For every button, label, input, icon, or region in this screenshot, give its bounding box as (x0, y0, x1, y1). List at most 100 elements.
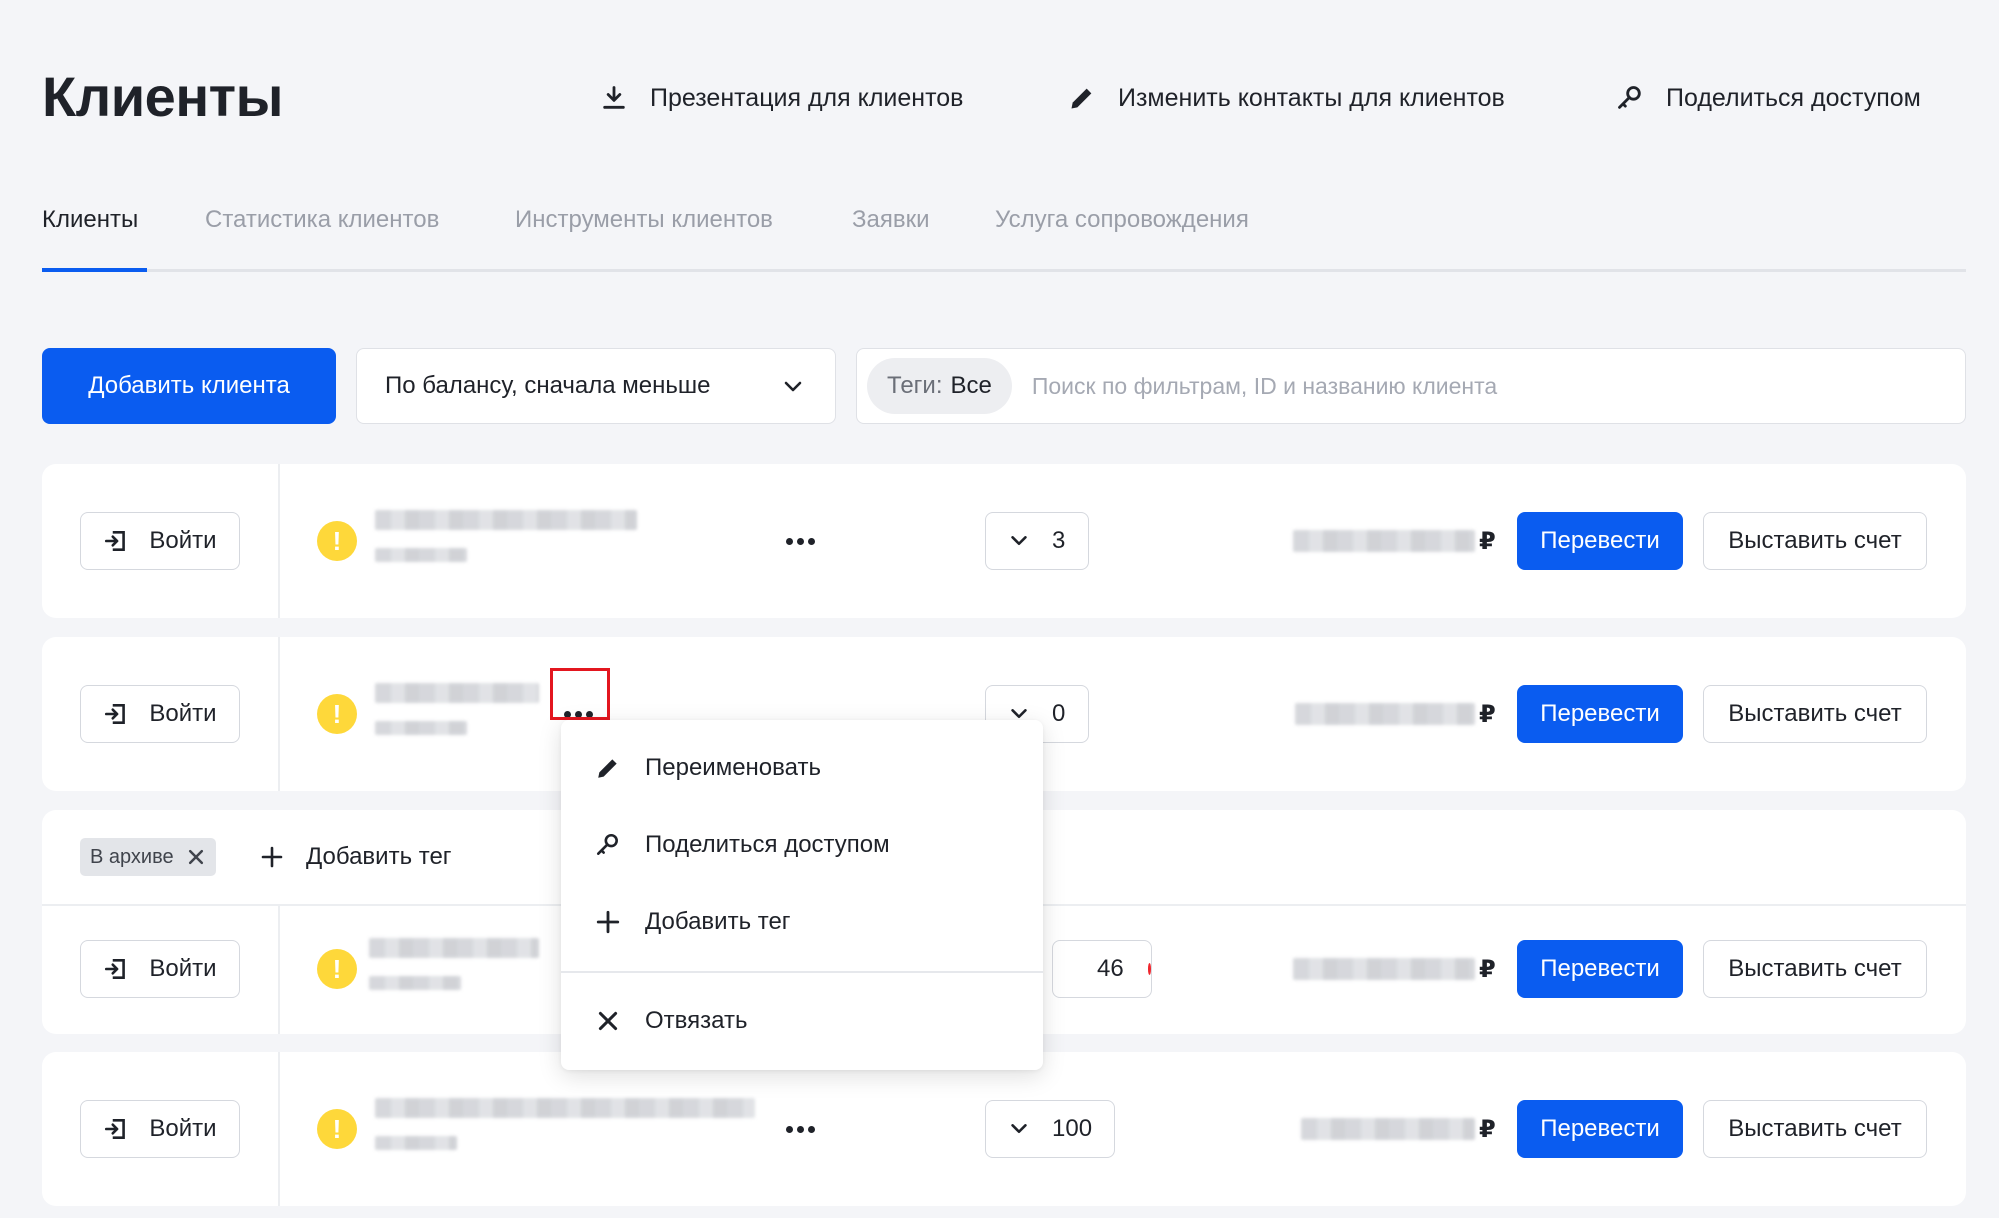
invoice-button[interactable]: Выставить счет (1703, 1100, 1927, 1158)
share-access-link[interactable]: Поделиться доступом (1614, 80, 1921, 116)
menu-item-label: Добавить тег (645, 908, 791, 935)
warning-icon: ! (317, 1109, 357, 1149)
tag-filter-value: Все (950, 372, 992, 399)
client-id-redacted (369, 976, 461, 990)
warning-icon: ! (317, 694, 357, 734)
login-icon (105, 959, 126, 979)
menu-item-add-tag[interactable]: Добавить тег (561, 892, 1043, 952)
client-row: Войти ! 3 ₽ Перевести Выставить счет (42, 464, 1966, 618)
client-card: Войти ! 3 ₽ Перевести Выставить счет (42, 464, 1966, 618)
plus-icon (261, 846, 283, 868)
client-name-redacted (369, 938, 539, 958)
row-divider (278, 464, 280, 618)
sort-select-value: По балансу, сначала меньше (385, 372, 711, 399)
transfer-button[interactable]: Перевести (1517, 685, 1683, 743)
currency-sign: ₽ (1479, 701, 1496, 728)
tag-chip-archived[interactable]: В архиве (80, 838, 216, 876)
counter-stepper[interactable]: 46 (1052, 940, 1152, 998)
chevron-down-icon (1011, 536, 1027, 546)
tag-chip-label: В архиве (90, 845, 174, 868)
client-name-redacted (375, 510, 637, 530)
login-button[interactable]: Войти (80, 685, 240, 743)
login-button[interactable]: Войти (80, 940, 240, 998)
balance-redacted (1293, 958, 1475, 980)
more-actions-button[interactable] (775, 521, 825, 561)
login-icon (105, 531, 126, 551)
invoice-button[interactable]: Выставить счет (1703, 940, 1927, 998)
pencil-icon (598, 759, 617, 778)
context-menu: Переименовать Поделиться доступом Добави… (561, 720, 1043, 1070)
client-id-redacted (375, 1136, 457, 1150)
tag-filter-key: Теги: (887, 372, 943, 399)
transfer-button[interactable]: Перевести (1517, 512, 1683, 570)
warning-icon: ! (317, 521, 357, 561)
login-button[interactable]: Войти (80, 1100, 240, 1158)
plus-icon (596, 910, 620, 934)
balance-redacted (1295, 703, 1475, 725)
chevron-down-icon (1011, 1124, 1027, 1134)
tab-clients[interactable]: Клиенты (42, 206, 147, 272)
login-label: Войти (149, 1115, 217, 1142)
close-icon[interactable] (186, 847, 206, 867)
login-label: Войти (149, 955, 217, 982)
currency-sign: ₽ (1479, 956, 1496, 983)
client-name-redacted (375, 1098, 755, 1118)
counter-stepper[interactable]: 3 (985, 512, 1089, 570)
sort-select[interactable]: По балансу, сначала меньше (356, 348, 836, 424)
row-divider (278, 637, 280, 791)
key-icon (1614, 82, 1646, 114)
balance-redacted (1301, 1118, 1475, 1140)
row-divider (278, 1052, 280, 1206)
more-actions-button[interactable] (775, 1109, 825, 1149)
client-id-redacted (375, 548, 467, 562)
page-title: Клиенты (42, 65, 283, 128)
download-icon (598, 82, 630, 114)
presentation-download-label: Презентация для клиентов (650, 83, 964, 112)
row-divider (278, 906, 280, 1034)
tab-support-service[interactable]: Услуга сопровождения (995, 206, 1249, 269)
add-tag-button[interactable]: Добавить тег (260, 838, 452, 876)
menu-item-share-access[interactable]: Поделиться доступом (561, 815, 1043, 875)
client-id-redacted (375, 721, 467, 735)
invoice-button[interactable]: Выставить счет (1703, 685, 1927, 743)
highlight-box (550, 668, 610, 720)
tab-client-statistics[interactable]: Статистика клиентов (205, 206, 439, 269)
pencil-icon (1066, 82, 1098, 114)
login-button[interactable]: Войти (80, 512, 240, 570)
currency-sign: ₽ (1479, 528, 1496, 555)
share-access-label: Поделиться доступом (1666, 83, 1921, 112)
counter-value: 46 (1097, 955, 1124, 982)
presentation-download-link[interactable]: Презентация для клиентов (598, 80, 963, 116)
add-client-button[interactable]: Добавить клиента (42, 348, 336, 424)
tab-bar: Клиенты Статистика клиентов Инструменты … (42, 206, 1966, 272)
add-tag-label: Добавить тег (306, 843, 452, 870)
counter-stepper[interactable]: 100 (985, 1100, 1115, 1158)
close-icon (598, 1011, 618, 1031)
alert-dot (1147, 963, 1151, 975)
edit-contacts-link[interactable]: Изменить контакты для клиентов (1066, 80, 1505, 116)
tag-filter-chip[interactable]: Теги: Все (867, 358, 1012, 414)
counter-value: 100 (1052, 1115, 1093, 1142)
key-icon (596, 833, 618, 855)
transfer-button[interactable]: Перевести (1517, 1100, 1683, 1158)
client-row: Войти ! 100 ₽ Перевести Выставить счет (42, 1052, 1966, 1206)
menu-item-label: Отвязать (645, 1007, 748, 1034)
tab-requests[interactable]: Заявки (852, 206, 930, 269)
invoice-button[interactable]: Выставить счет (1703, 512, 1927, 570)
menu-item-unlink[interactable]: Отвязать (561, 991, 1043, 1051)
search-input[interactable] (1031, 372, 1792, 400)
menu-item-rename[interactable]: Переименовать (561, 738, 1043, 798)
balance-redacted (1293, 530, 1475, 552)
login-icon (105, 704, 126, 724)
transfer-button[interactable]: Перевести (1517, 940, 1683, 998)
warning-icon: ! (317, 949, 357, 989)
login-label: Войти (149, 700, 217, 727)
menu-item-label: Переименовать (645, 754, 821, 781)
search-box: Теги: Все (856, 348, 1966, 424)
counter-value: 0 (1052, 700, 1066, 727)
login-label: Войти (149, 527, 217, 554)
tab-client-tools[interactable]: Инструменты клиентов (515, 206, 773, 269)
chevron-down-icon (784, 381, 802, 392)
edit-contacts-label: Изменить контакты для клиентов (1118, 83, 1505, 112)
client-card: Войти ! 100 ₽ Перевести Выставить счет (42, 1052, 1966, 1206)
